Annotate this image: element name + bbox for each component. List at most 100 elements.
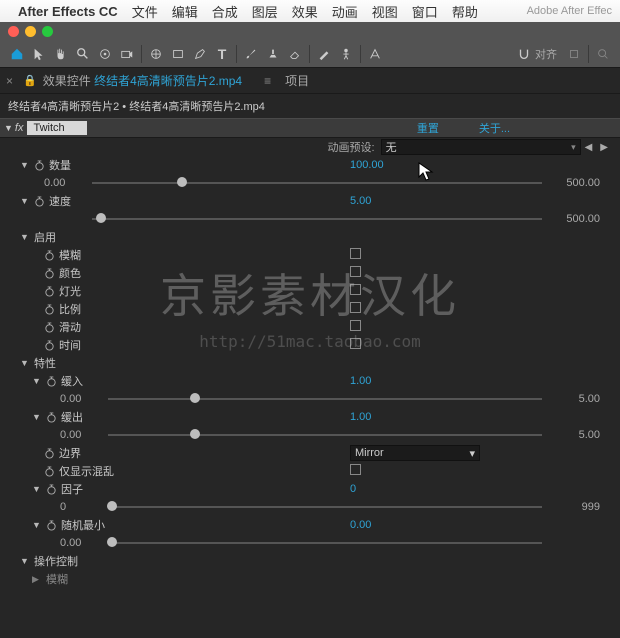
snap-extra-icon[interactable] bbox=[563, 43, 585, 65]
border-dropdown[interactable]: Mirror▾ bbox=[350, 445, 480, 461]
prop-easeout: ▼缓出1.00 bbox=[0, 408, 620, 426]
puppet-tool-icon[interactable] bbox=[335, 43, 357, 65]
app-name[interactable]: After Effects CC bbox=[18, 4, 118, 19]
camera-tool-icon[interactable] bbox=[116, 43, 138, 65]
menu-view[interactable]: 视图 bbox=[372, 2, 398, 21]
twirl-icon[interactable]: ▼ bbox=[20, 160, 30, 170]
stopwatch-icon[interactable] bbox=[44, 250, 55, 261]
twirl-icon[interactable]: ▼ bbox=[32, 520, 42, 530]
twirl-icon[interactable]: ▼ bbox=[20, 556, 30, 566]
stopwatch-icon[interactable] bbox=[46, 412, 57, 423]
selection-tool-icon[interactable] bbox=[28, 43, 50, 65]
easein-value[interactable]: 1.00 bbox=[350, 375, 371, 387]
eraser-tool-icon[interactable] bbox=[284, 43, 306, 65]
about-link[interactable]: 关于... bbox=[479, 120, 510, 136]
minimize-window-icon[interactable] bbox=[25, 26, 36, 37]
randmin-slider[interactable]: 0.00 bbox=[0, 534, 620, 552]
menu-file[interactable]: 文件 bbox=[132, 2, 158, 21]
lock-icon[interactable]: 🔒 bbox=[23, 74, 37, 87]
randmin-value[interactable]: 0.00 bbox=[350, 519, 371, 531]
panel-menu-icon[interactable]: ≡ bbox=[264, 74, 271, 88]
stopwatch-icon[interactable] bbox=[44, 448, 55, 459]
easein-slider[interactable]: 0.005.00 bbox=[0, 390, 620, 408]
slide-checkbox[interactable] bbox=[350, 320, 361, 331]
stopwatch-icon[interactable] bbox=[44, 286, 55, 297]
close-window-icon[interactable] bbox=[8, 26, 19, 37]
prop-blur: 模糊 bbox=[0, 246, 620, 264]
easeout-value[interactable]: 1.00 bbox=[350, 411, 371, 423]
menu-composition[interactable]: 合成 bbox=[212, 2, 238, 21]
orbit-tool-icon[interactable] bbox=[94, 43, 116, 65]
brush-tool-icon[interactable] bbox=[240, 43, 262, 65]
stopwatch-icon[interactable] bbox=[44, 268, 55, 279]
time-checkbox[interactable] bbox=[350, 338, 361, 349]
menu-animation[interactable]: 动画 bbox=[332, 2, 358, 21]
fx-badge[interactable]: fx bbox=[15, 122, 24, 134]
zoom-tool-icon[interactable] bbox=[72, 43, 94, 65]
local-axis-icon[interactable] bbox=[364, 43, 386, 65]
effect-name[interactable]: Twitch bbox=[27, 121, 87, 135]
tab-project[interactable]: 项目 bbox=[285, 72, 309, 89]
close-panel-icon[interactable]: × bbox=[6, 74, 13, 88]
prop-randmin: ▼随机最小0.00 bbox=[0, 516, 620, 534]
menu-effect[interactable]: 效果 bbox=[292, 2, 318, 21]
onlychaos-checkbox[interactable] bbox=[350, 464, 361, 475]
zoom-window-icon[interactable] bbox=[42, 26, 53, 37]
menu-edit[interactable]: 编辑 bbox=[172, 2, 198, 21]
easeout-slider[interactable]: 0.005.00 bbox=[0, 426, 620, 444]
prop-behavior-group: ▼ 特性 bbox=[0, 354, 620, 372]
tool-toolbar: T 对齐 bbox=[0, 40, 620, 68]
twirl-icon[interactable]: ▼ bbox=[32, 484, 42, 494]
snap-icon[interactable] bbox=[513, 43, 535, 65]
clone-stamp-tool-icon[interactable] bbox=[262, 43, 284, 65]
stopwatch-icon[interactable] bbox=[46, 520, 57, 531]
menu-window[interactable]: 窗口 bbox=[412, 2, 438, 21]
amount-slider[interactable]: 0.00 500.00 bbox=[0, 174, 620, 192]
reset-link[interactable]: 重置 bbox=[417, 120, 439, 136]
hand-tool-icon[interactable] bbox=[50, 43, 72, 65]
pan-behind-tool-icon[interactable] bbox=[145, 43, 167, 65]
stopwatch-icon[interactable] bbox=[46, 376, 57, 387]
type-tool-icon[interactable]: T bbox=[211, 43, 233, 65]
effect-properties: 动画预设: 无 ▾ ◀ ▶ ▼ 数量 100.00 0.00 500.00 ▼ … bbox=[0, 138, 620, 588]
chevron-down-icon: ▾ bbox=[469, 447, 475, 460]
twirl-icon[interactable]: ▼ bbox=[20, 196, 30, 206]
tab-effect-controls[interactable]: 效果控件 终结者4高清晰预告片2.mp4 bbox=[43, 72, 242, 89]
effect-header: ▼ fx Twitch 重置 关于... bbox=[0, 118, 620, 138]
blur-checkbox[interactable] bbox=[350, 248, 361, 259]
seed-value[interactable]: 0 bbox=[350, 483, 356, 495]
speed-slider[interactable]: 500.00 bbox=[0, 210, 620, 228]
menu-help[interactable]: 帮助 bbox=[452, 2, 478, 21]
seed-slider[interactable]: 0999 bbox=[0, 498, 620, 516]
pen-tool-icon[interactable] bbox=[189, 43, 211, 65]
stopwatch-icon[interactable] bbox=[34, 196, 45, 207]
window-controls bbox=[0, 22, 620, 40]
twirl-icon[interactable]: ▶ bbox=[32, 574, 42, 585]
speed-value[interactable]: 5.00 bbox=[350, 195, 371, 207]
preset-next-icon[interactable]: ▶ bbox=[600, 142, 608, 153]
stopwatch-icon[interactable] bbox=[34, 160, 45, 171]
stopwatch-icon[interactable] bbox=[44, 304, 55, 315]
home-icon[interactable] bbox=[6, 43, 28, 65]
amount-value[interactable]: 100.00 bbox=[350, 159, 384, 171]
twirl-icon[interactable]: ▼ bbox=[32, 376, 42, 386]
stopwatch-icon[interactable] bbox=[44, 466, 55, 477]
preset-prev-icon[interactable]: ◀ bbox=[585, 142, 593, 153]
menu-layer[interactable]: 图层 bbox=[252, 2, 278, 21]
stopwatch-icon[interactable] bbox=[46, 484, 57, 495]
stopwatch-icon[interactable] bbox=[44, 322, 55, 333]
twirl-icon[interactable]: ▼ bbox=[32, 412, 42, 422]
prop-seed: ▼因子0 bbox=[0, 480, 620, 498]
twirl-icon[interactable]: ▼ bbox=[20, 232, 30, 242]
twirl-icon[interactable]: ▼ bbox=[20, 358, 30, 368]
search-icon[interactable] bbox=[592, 43, 614, 65]
color-checkbox[interactable] bbox=[350, 266, 361, 277]
roto-brush-tool-icon[interactable] bbox=[313, 43, 335, 65]
prop-onlychaos: 仅显示混乱 bbox=[0, 462, 620, 480]
preset-dropdown[interactable]: 无 ▾ bbox=[381, 139, 581, 155]
scale-checkbox[interactable] bbox=[350, 302, 361, 313]
effect-twirl-icon[interactable]: ▼ bbox=[4, 123, 13, 133]
rectangle-tool-icon[interactable] bbox=[167, 43, 189, 65]
light-checkbox[interactable] bbox=[350, 284, 361, 295]
stopwatch-icon[interactable] bbox=[44, 340, 55, 351]
